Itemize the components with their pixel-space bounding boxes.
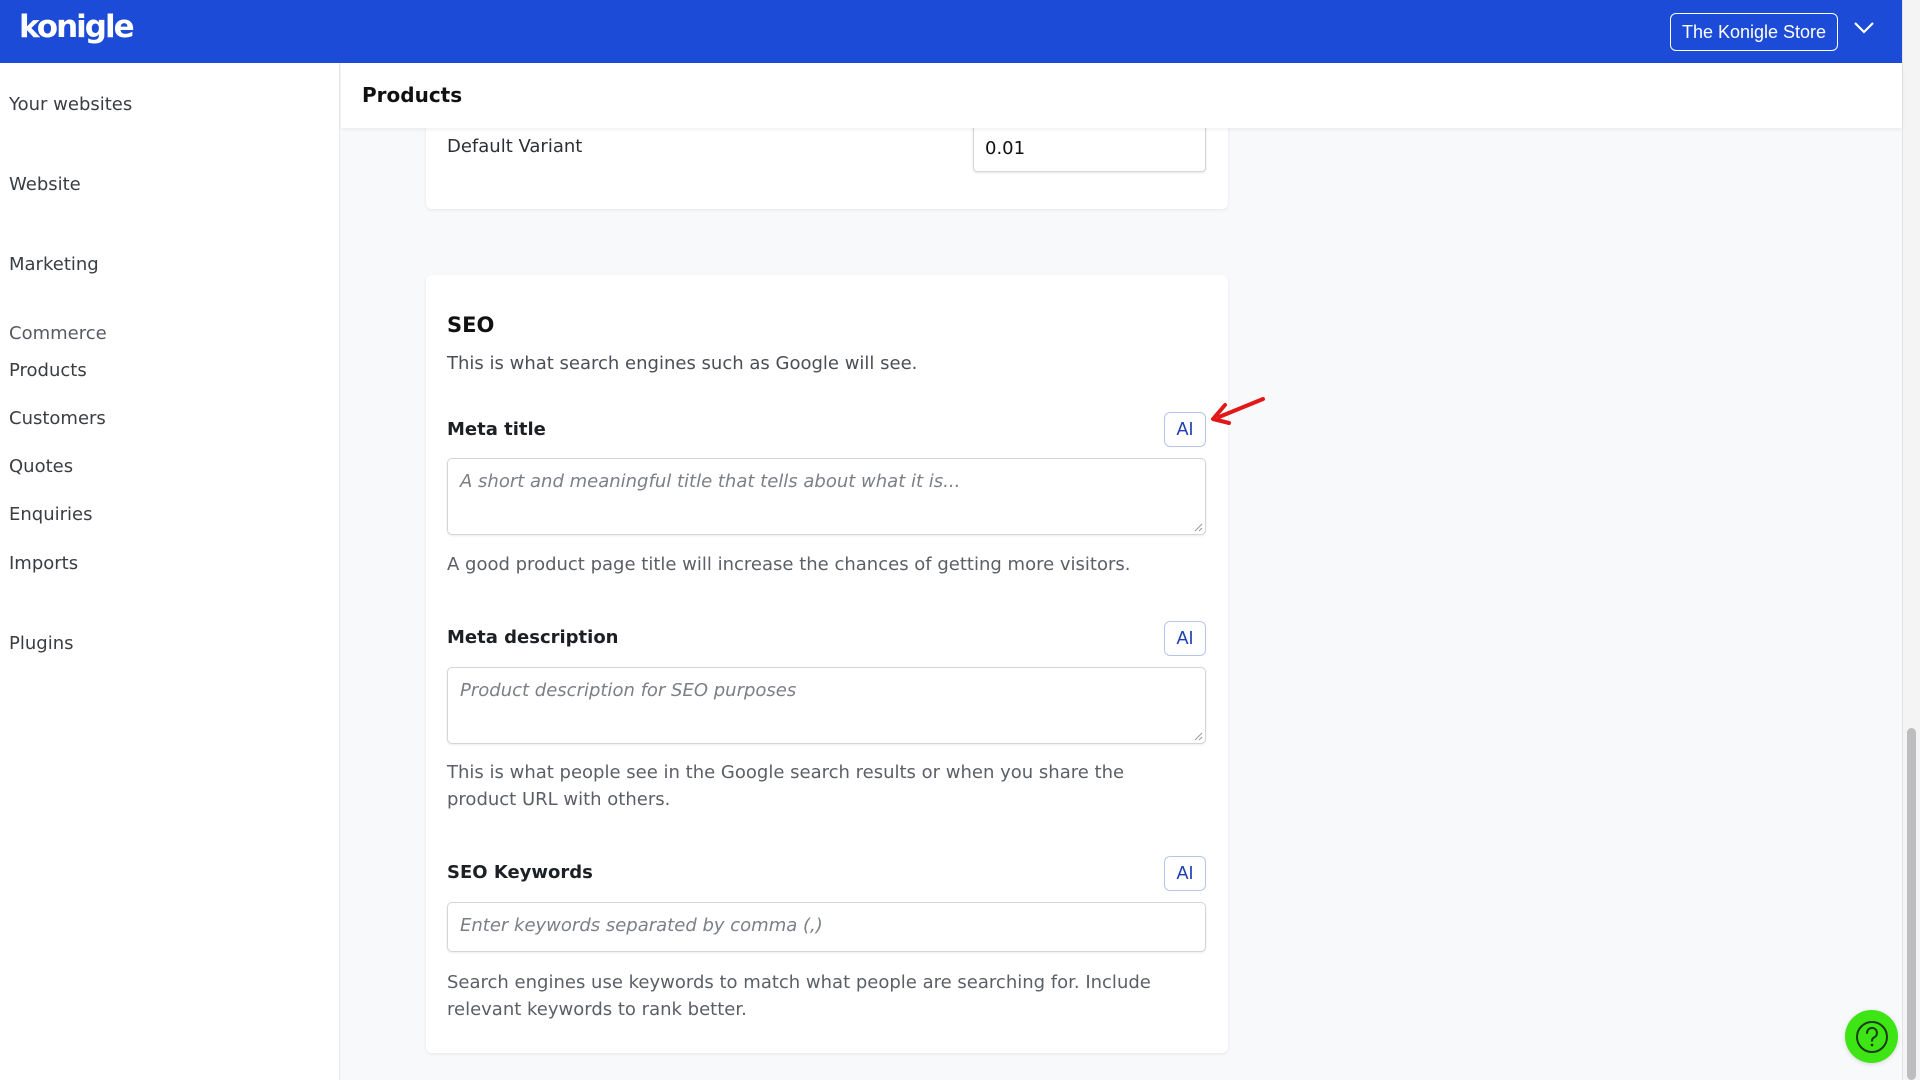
resize-handle-icon[interactable] bbox=[1194, 732, 1203, 741]
page-header: Products bbox=[341, 63, 1902, 128]
seo-keywords-placeholder: Enter keywords separated by comma (,) bbox=[460, 915, 823, 936]
seo-section-title: SEO bbox=[447, 313, 495, 337]
help-button[interactable] bbox=[1845, 1010, 1898, 1063]
sidebar: Your websites Website Marketing Commerce… bbox=[0, 63, 340, 1080]
page-title: Products bbox=[362, 83, 463, 107]
meta-title-label: Meta title bbox=[447, 419, 546, 440]
meta-description-textarea[interactable]: Product description for SEO purposes bbox=[447, 667, 1206, 744]
meta-description-placeholder: Product description for SEO purposes bbox=[460, 680, 797, 701]
store-selector-button[interactable]: The Konigle Store bbox=[1670, 13, 1838, 51]
meta-title-textarea[interactable]: A short and meaningful title that tells … bbox=[447, 458, 1206, 535]
vertical-scrollbar[interactable] bbox=[1902, 0, 1920, 1080]
meta-description-ai-button[interactable]: AI bbox=[1164, 621, 1206, 656]
sidebar-item-enquiries[interactable]: Enquiries bbox=[9, 504, 92, 525]
red-arrow-annotation-icon bbox=[1211, 397, 1265, 425]
scrollbar-thumb[interactable] bbox=[1907, 728, 1916, 1080]
top-navbar: konigle The Konigle Store bbox=[0, 0, 1902, 63]
sidebar-item-website[interactable]: Website bbox=[9, 174, 81, 195]
sidebar-item-marketing[interactable]: Marketing bbox=[9, 254, 99, 275]
sidebar-item-your-websites[interactable]: Your websites bbox=[9, 94, 132, 115]
seo-keywords-ai-button[interactable]: AI bbox=[1164, 856, 1206, 891]
default-variant-label: Default Variant bbox=[447, 136, 583, 157]
meta-title-placeholder: A short and meaningful title that tells … bbox=[460, 471, 961, 492]
sidebar-item-customers[interactable]: Customers bbox=[9, 408, 106, 429]
sidebar-item-quotes[interactable]: Quotes bbox=[9, 456, 73, 477]
meta-description-label: Meta description bbox=[447, 627, 619, 648]
resize-handle-icon[interactable] bbox=[1194, 523, 1203, 532]
seo-keywords-input[interactable]: Enter keywords separated by comma (,) bbox=[447, 902, 1206, 952]
meta-title-ai-button[interactable]: AI bbox=[1164, 412, 1206, 447]
sidebar-item-plugins[interactable]: Plugins bbox=[9, 633, 73, 654]
meta-description-help: This is what people see in the Google se… bbox=[447, 762, 1125, 810]
chevron-down-icon[interactable] bbox=[1852, 18, 1876, 38]
sidebar-item-imports[interactable]: Imports bbox=[9, 553, 78, 574]
seo-keywords-help: Search engines use keywords to match wha… bbox=[447, 972, 1151, 1020]
konigle-logo[interactable]: konigle bbox=[19, 9, 135, 45]
default-variant-input[interactable]: 0.01 bbox=[973, 125, 1206, 172]
seo-section-description: This is what search engines such as Goog… bbox=[447, 353, 918, 374]
seo-card: SEO This is what search engines such as … bbox=[426, 275, 1228, 1053]
seo-keywords-label: SEO Keywords bbox=[447, 862, 593, 883]
meta-title-help: A good product page title will increase … bbox=[447, 554, 1131, 575]
question-circle-icon bbox=[1855, 1020, 1888, 1053]
sidebar-item-products[interactable]: Products bbox=[9, 360, 87, 381]
sidebar-section-commerce: Commerce bbox=[9, 323, 107, 344]
